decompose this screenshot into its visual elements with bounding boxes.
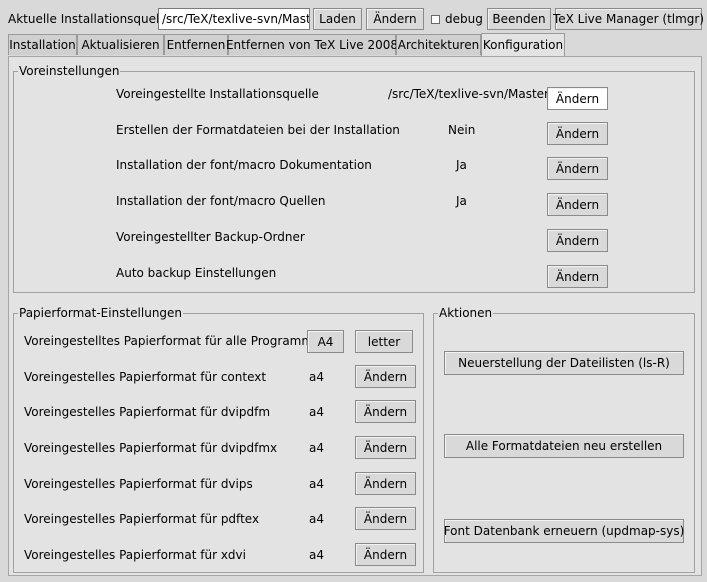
paper-context-label: Voreingestelles Papierformat für context [24, 370, 267, 384]
change-paper-context-button[interactable]: Ändern [355, 365, 416, 388]
change-backup-dir-button[interactable]: Ändern [547, 229, 608, 252]
rebuild-formats-button[interactable]: Alle Formatdateien neu erstellen [444, 434, 684, 458]
paper-dvips-label: Voreingestelles Papierformat für dvips [24, 477, 253, 491]
defaults-title: Voreinstellungen [18, 64, 121, 78]
change-paper-dvips-button[interactable]: Ändern [355, 472, 416, 495]
tab-remove-texlive-2008[interactable]: Entfernen von TeX Live 2008 [226, 34, 398, 55]
debug-label: debug [445, 12, 483, 26]
install-sources-label: Installation der font/macro Quellen [116, 194, 326, 208]
change-create-formats-button[interactable]: Ändern [547, 122, 608, 145]
paper-dvips-value: a4 [309, 477, 324, 491]
tab-installation[interactable]: Installation [8, 34, 77, 55]
change-paper-pdftex-button[interactable]: Ändern [355, 507, 416, 530]
paper-group: Papierformat-Einstellungen Voreingestell… [13, 306, 424, 573]
debug-checkbox[interactable] [431, 15, 440, 24]
paper-a4-button[interactable]: A4 [307, 330, 344, 353]
create-formats-value: Nein [448, 123, 476, 137]
change-source-button[interactable]: Ändern [366, 8, 424, 30]
create-formats-label: Erstellen der Formatdateien bei der Inst… [116, 123, 400, 137]
load-button[interactable]: Laden [313, 8, 362, 30]
change-install-docs-button[interactable]: Ändern [547, 157, 608, 180]
tab-update[interactable]: Aktualisieren [77, 34, 164, 55]
change-paper-xdvi-button[interactable]: Ändern [355, 543, 416, 566]
updmap-sys-button[interactable]: Font Datenbank erneuern (updmap-sys) [444, 519, 684, 543]
paper-letter-button[interactable]: letter [355, 330, 413, 353]
tlmgr-button[interactable]: TeX Live Manager (tlmgr) [553, 8, 704, 30]
change-paper-dvipdfm-button[interactable]: Ändern [355, 400, 416, 423]
paper-dvipdfmx-label: Voreingestelles Papierformat für dvipdfm… [24, 441, 278, 455]
default-source-value: /src/TeX/texlive-svn/Master [388, 87, 549, 101]
paper-xdvi-label: Voreingestelles Papierformat für xdvi [24, 548, 246, 562]
quit-button[interactable]: Beenden [487, 8, 551, 30]
change-install-sources-button[interactable]: Ändern [547, 193, 608, 216]
source-label: Aktuelle Installationsquelle [8, 12, 171, 26]
paper-context-value: a4 [309, 370, 324, 384]
source-field[interactable]: /src/TeX/texlive-svn/Master [158, 8, 310, 30]
install-sources-value: Ja [456, 194, 467, 208]
paper-pdftex-label: Voreingestelles Papierformat für pdftex [24, 512, 260, 526]
default-source-label: Voreingestellte Installationsquelle [116, 87, 319, 101]
tab-configuration[interactable]: Konfiguration [481, 33, 565, 56]
change-auto-backup-button[interactable]: Ändern [547, 265, 608, 288]
paper-dvipdfm-label: Voreingestelles Papierformat für dvipdfm [24, 405, 271, 419]
configuration-panel: Voreinstellungen Voreingestellte Install… [8, 56, 702, 576]
rebuild-ls-r-button[interactable]: Neuerstellung der Dateilisten (ls-R) [444, 351, 684, 375]
paper-pdftex-value: a4 [309, 512, 324, 526]
actions-title: Aktionen [438, 306, 494, 320]
paper-dvipdfm-value: a4 [309, 405, 324, 419]
actions-group: Aktionen Neuerstellung der Dateilisten (… [433, 306, 695, 573]
change-paper-dvipdfmx-button[interactable]: Ändern [355, 436, 416, 459]
auto-backup-label: Auto backup Einstellungen [116, 266, 277, 280]
defaults-group: Voreinstellungen Voreingestellte Install… [13, 64, 695, 293]
backup-dir-label: Voreingestellter Backup-Ordner [116, 230, 305, 244]
install-docs-label: Installation der font/macro Dokumentatio… [116, 158, 372, 172]
tab-architectures[interactable]: Architekturen [396, 34, 481, 55]
paper-title: Papierformat-Einstellungen [18, 306, 184, 320]
paper-xdvi-value: a4 [309, 548, 324, 562]
change-default-source-button[interactable]: Ändern [547, 87, 608, 110]
paper-all-label: Voreingestelltes Papierformat für alle P… [24, 334, 321, 348]
paper-dvipdfmx-value: a4 [309, 441, 324, 455]
tab-remove[interactable]: Entfernen [164, 34, 228, 55]
install-docs-value: Ja [456, 158, 467, 172]
